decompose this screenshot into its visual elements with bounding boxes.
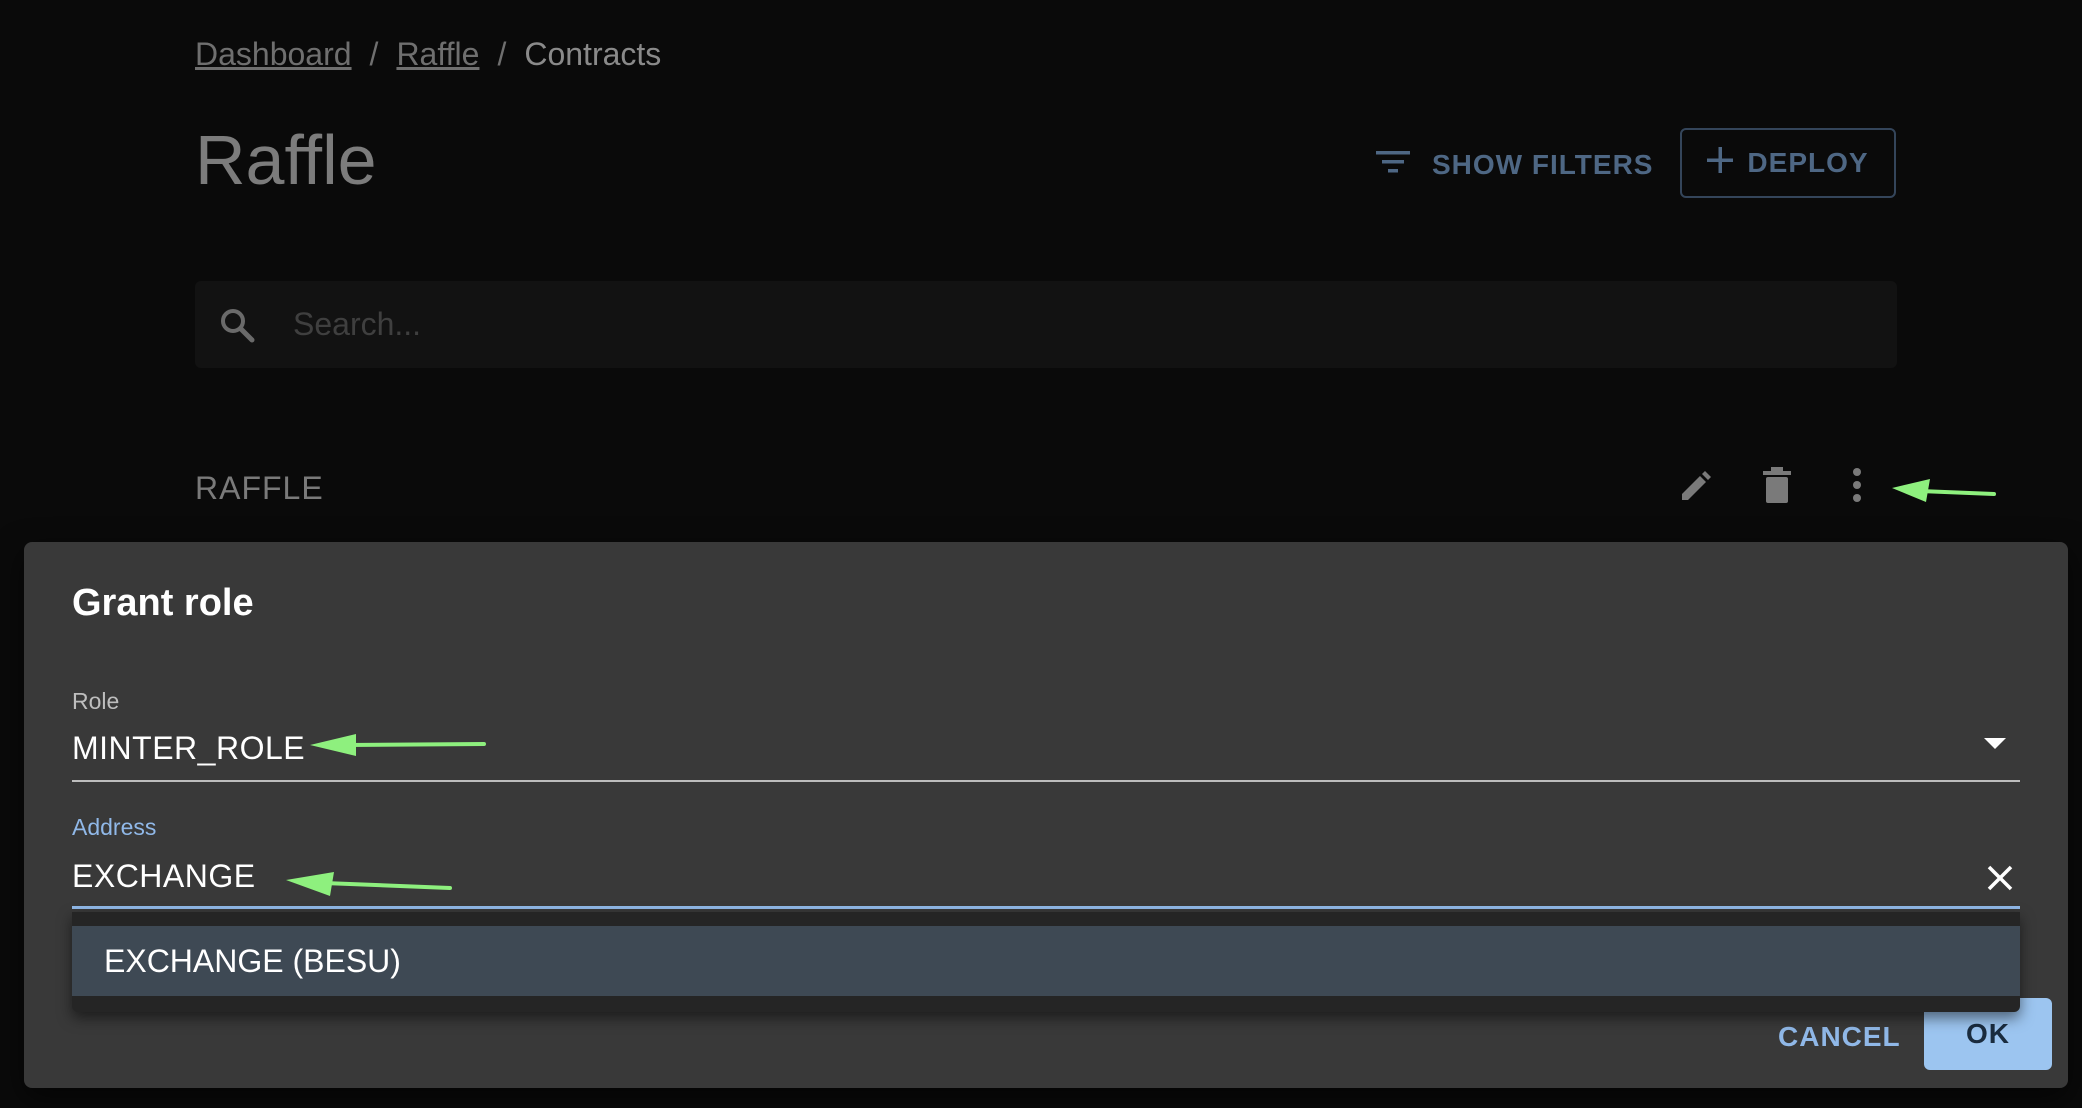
filter-icon bbox=[1376, 149, 1410, 182]
trash-icon bbox=[1761, 466, 1793, 509]
address-underline bbox=[72, 906, 2020, 909]
breadcrumb-separator: / bbox=[497, 36, 507, 72]
address-suggestions: EXCHANGE (BESU) bbox=[72, 912, 2020, 1012]
plus-icon bbox=[1707, 146, 1734, 180]
page-title: Raffle bbox=[195, 121, 377, 199]
breadcrumb-dashboard[interactable]: Dashboard bbox=[195, 36, 352, 73]
chevron-down-icon[interactable] bbox=[1984, 738, 2006, 749]
address-input[interactable]: EXCHANGE bbox=[72, 858, 256, 895]
clear-address-button[interactable] bbox=[1982, 862, 2018, 898]
close-icon bbox=[1987, 865, 2013, 896]
breadcrumb: Dashboard / Raffle / Contracts bbox=[195, 36, 661, 73]
annotation-arrow-icon bbox=[1892, 479, 1996, 502]
delete-button[interactable] bbox=[1752, 462, 1802, 512]
address-label: Address bbox=[72, 814, 157, 840]
annotation-arrow-icon bbox=[310, 734, 486, 756]
more-options-button[interactable] bbox=[1832, 462, 1882, 512]
role-select[interactable]: MINTER_ROLE bbox=[72, 730, 305, 767]
breadcrumb-contracts: Contracts bbox=[524, 36, 662, 72]
deploy-button[interactable]: DEPLOY bbox=[1680, 128, 1896, 198]
search-input[interactable] bbox=[291, 305, 1795, 344]
show-filters-button[interactable]: SHOW FILTERS bbox=[1376, 140, 1653, 190]
dialog-title: Grant role bbox=[72, 582, 254, 624]
suggestion-label: EXCHANGE (BESU) bbox=[104, 942, 401, 979]
cancel-button[interactable]: CANCEL bbox=[1778, 1012, 1901, 1062]
more-vert-icon bbox=[1852, 467, 1862, 508]
breadcrumb-separator: / bbox=[369, 36, 379, 72]
suggestion-option[interactable]: EXCHANGE (BESU) bbox=[72, 926, 2020, 996]
pencil-icon bbox=[1678, 466, 1716, 509]
annotation-arrow-icon bbox=[286, 872, 452, 896]
deploy-label: DEPLOY bbox=[1747, 147, 1869, 178]
show-filters-label: SHOW FILTERS bbox=[1432, 149, 1654, 180]
edit-button[interactable] bbox=[1672, 462, 1722, 512]
search-bar bbox=[195, 281, 1897, 368]
contracts-page: Dashboard / Raffle / Contracts Raffle SH… bbox=[0, 0, 2082, 1108]
role-underline bbox=[72, 780, 2020, 782]
search-icon bbox=[217, 305, 257, 345]
role-label: Role bbox=[72, 688, 120, 714]
breadcrumb-raffle[interactable]: Raffle bbox=[396, 36, 479, 73]
contract-row-title: RAFFLE bbox=[195, 470, 324, 506]
